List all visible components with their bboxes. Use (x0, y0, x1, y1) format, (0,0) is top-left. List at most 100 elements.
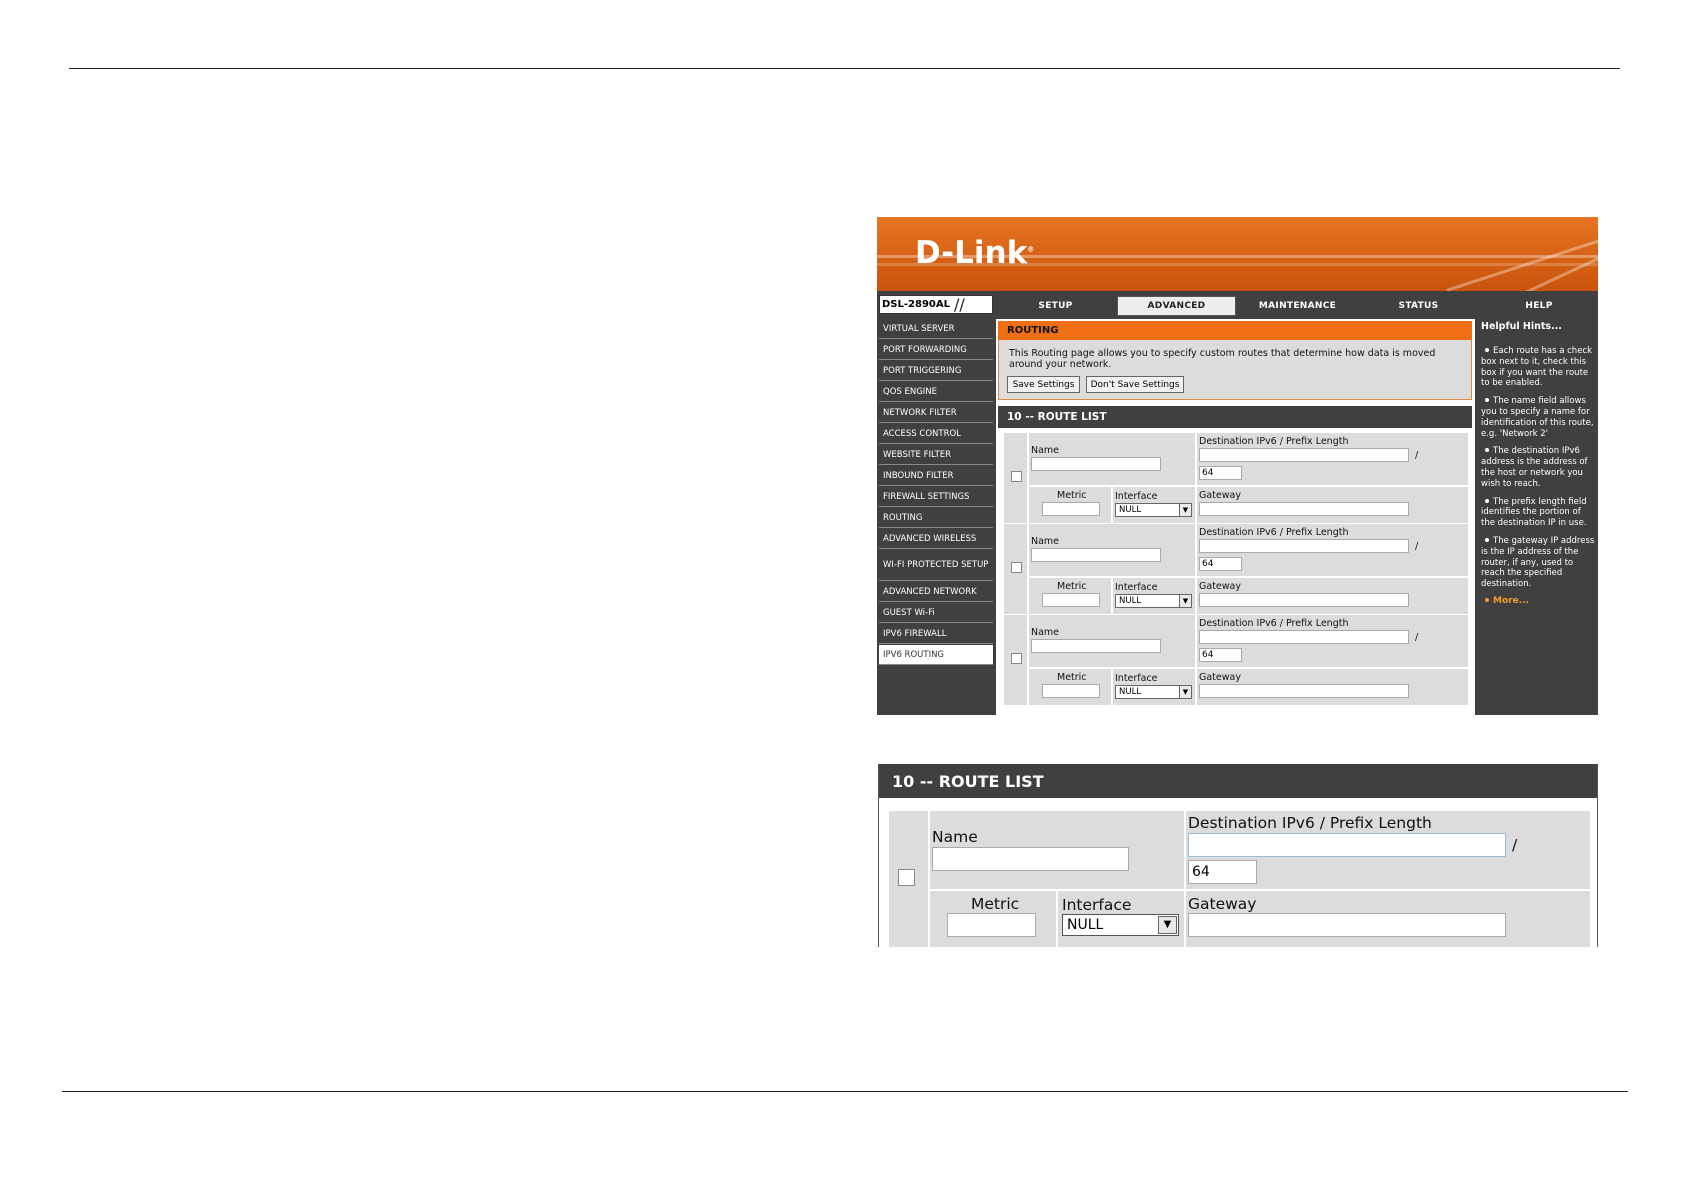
dlink-logo: D-Link® (915, 235, 1035, 271)
tab-setup[interactable]: SETUP (996, 295, 1115, 316)
nav-qos-engine[interactable]: QOS ENGINE (879, 382, 993, 402)
metric-input[interactable] (1042, 684, 1100, 698)
hint-item: The gateway IP address is the IP address… (1481, 535, 1595, 590)
metric-label: Metric (1057, 672, 1087, 683)
prefix-slash: / (1415, 541, 1419, 552)
main-content: ROUTING This Routing page allows you to … (996, 319, 1475, 715)
gateway-label: Gateway (1199, 672, 1241, 683)
route-enable-checkbox[interactable] (1011, 653, 1022, 664)
gateway-input[interactable] (1199, 502, 1409, 516)
metric-label: Metric (1057, 490, 1087, 501)
zoom-name-label: Name (932, 828, 978, 846)
tab-maintenance[interactable]: MAINTENANCE (1238, 295, 1357, 316)
interface-select[interactable]: NULL ▼ (1115, 594, 1192, 608)
chevron-down-icon: ▼ (1179, 595, 1191, 607)
tab-advanced[interactable]: ADVANCED (1117, 296, 1236, 316)
routing-title: ROUTING (998, 321, 1472, 340)
route-list-title: 10 -- ROUTE LIST (998, 406, 1472, 428)
destination-label: Destination IPv6 / Prefix Length (1199, 527, 1349, 538)
route-enable-checkbox[interactable] (1011, 562, 1022, 573)
tab-help[interactable]: HELP (1480, 295, 1598, 316)
name-label: Name (1031, 627, 1060, 638)
nav-wifi-protected-setup[interactable]: WI-FI PROTECTED SETUP (879, 550, 993, 581)
destination-input[interactable] (1199, 630, 1409, 644)
nav-advanced-wireless[interactable]: ADVANCED WIRELESS (879, 529, 993, 549)
save-settings-button[interactable]: Save Settings (1007, 376, 1080, 393)
nav-network-filter[interactable]: NETWORK FILTER (879, 403, 993, 423)
hint-item: Each route has a check box next to it, c… (1481, 346, 1593, 389)
nav-access-control[interactable]: ACCESS CONTROL (879, 424, 993, 444)
metric-label: Metric (1057, 581, 1087, 592)
header-banner: D-Link® (877, 217, 1598, 291)
zoom-destination-input[interactable] (1188, 833, 1506, 857)
prefix-length-input[interactable]: 64 (1199, 648, 1242, 662)
chevron-down-icon: ▼ (1179, 686, 1191, 698)
zoom-interface-select[interactable]: NULL ▼ (1062, 914, 1179, 936)
name-input[interactable] (1031, 548, 1161, 562)
more-link[interactable]: More... (1481, 596, 1595, 606)
nav-advanced-network[interactable]: ADVANCED NETWORK (879, 582, 993, 602)
name-label: Name (1031, 536, 1060, 547)
nav-website-filter[interactable]: WEBSITE FILTER (879, 445, 993, 465)
zoom-interface-label: Interface (1062, 896, 1132, 914)
top-nav: DSL-2890AL// SETUP ADVANCED MAINTENANCE … (877, 293, 1598, 316)
hint-item: The prefix length field identifies the p… (1481, 496, 1587, 529)
zoom-prefix-length-input[interactable]: 64 (1188, 860, 1257, 884)
nav-port-forwarding[interactable]: PORT FORWARDING (879, 340, 993, 360)
zoom-destination-label: Destination IPv6 / Prefix Length (1188, 814, 1432, 832)
prefix-slash: / (1415, 450, 1419, 461)
destination-input[interactable] (1199, 539, 1409, 553)
routing-description: This Routing page allows you to specify … (1009, 348, 1436, 370)
hint-item: The destination IPv6 address is the addr… (1481, 446, 1588, 489)
nav-ipv6-firewall[interactable]: IPV6 FIREWALL (879, 624, 993, 644)
prefix-slash: / (1415, 632, 1419, 643)
nav-virtual-server[interactable]: VIRTUAL SERVER (879, 319, 993, 339)
zoom-metric-input[interactable] (947, 913, 1036, 937)
name-label: Name (1031, 445, 1060, 456)
nav-firewall-settings[interactable]: FIREWALL SETTINGS (879, 487, 993, 507)
nav-ipv6-routing[interactable]: IPV6 ROUTING (879, 645, 993, 665)
zoom-name-input[interactable] (932, 847, 1129, 871)
route-row: Name Destination IPv6 / Prefix Length / … (1004, 524, 1468, 614)
destination-label: Destination IPv6 / Prefix Length (1199, 618, 1349, 629)
help-title: Helpful Hints... (1481, 321, 1562, 332)
zoom-route-enable-checkbox[interactable] (898, 869, 915, 886)
top-rule (69, 68, 1620, 69)
chevron-down-icon: ▼ (1158, 916, 1177, 934)
bottom-rule (62, 1091, 1628, 1092)
interface-select[interactable]: NULL ▼ (1115, 503, 1192, 517)
prefix-length-input[interactable]: 64 (1199, 557, 1242, 571)
model-label: DSL-2890AL// (879, 295, 993, 314)
interface-label: Interface (1115, 491, 1158, 502)
route-enable-checkbox[interactable] (1011, 471, 1022, 482)
zoom-checkbox-cell (889, 811, 928, 947)
zoom-route-list-title: 10 -- ROUTE LIST (879, 764, 1597, 798)
metric-input[interactable] (1042, 502, 1100, 516)
name-input[interactable] (1031, 639, 1161, 653)
dont-save-settings-button[interactable]: Don't Save Settings (1086, 376, 1184, 393)
name-input[interactable] (1031, 457, 1161, 471)
gateway-label: Gateway (1199, 581, 1241, 592)
prefix-length-input[interactable]: 64 (1199, 466, 1242, 480)
route-list-zoom: 10 -- ROUTE LIST Name Destination IPv6 /… (878, 764, 1598, 947)
gateway-input[interactable] (1199, 684, 1409, 698)
destination-label: Destination IPv6 / Prefix Length (1199, 436, 1349, 447)
tab-status[interactable]: STATUS (1359, 295, 1478, 316)
metric-input[interactable] (1042, 593, 1100, 607)
nav-port-triggering[interactable]: PORT TRIGGERING (879, 361, 993, 381)
chevron-down-icon: ▼ (1179, 504, 1191, 516)
destination-input[interactable] (1199, 448, 1409, 462)
zoom-gateway-label: Gateway (1188, 895, 1257, 913)
interface-label: Interface (1115, 673, 1158, 684)
zoom-metric-label: Metric (971, 895, 1020, 913)
gateway-label: Gateway (1199, 490, 1241, 501)
interface-select[interactable]: NULL ▼ (1115, 685, 1192, 699)
hint-item: The name field allows you to specify a n… (1481, 396, 1594, 439)
route-row: Name Destination IPv6 / Prefix Length / … (1004, 615, 1468, 705)
zoom-gateway-input[interactable] (1188, 913, 1506, 937)
gateway-input[interactable] (1199, 593, 1409, 607)
nav-guest-wifi[interactable]: GUEST Wi-Fi (879, 603, 993, 623)
nav-inbound-filter[interactable]: INBOUND FILTER (879, 466, 993, 486)
nav-routing[interactable]: ROUTING (879, 508, 993, 528)
zoom-prefix-slash: / (1512, 836, 1518, 854)
